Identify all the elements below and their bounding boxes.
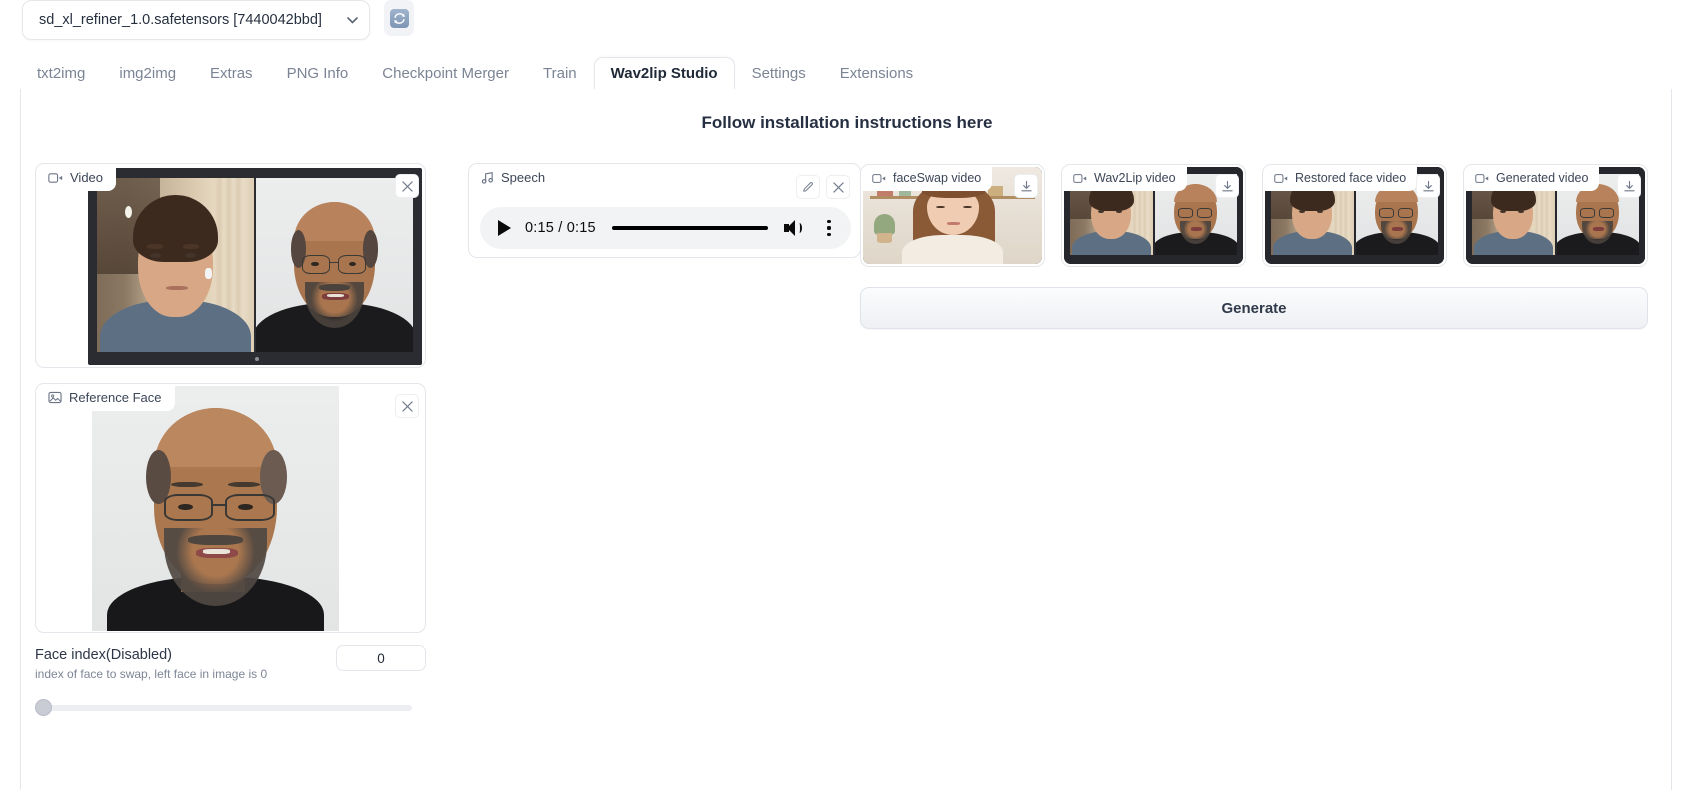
download-icon [1020, 180, 1032, 191]
video-camera-icon [48, 172, 63, 183]
model-checkpoint-value: sd_xl_refiner_1.0.safetensors [7440042bb… [39, 12, 322, 28]
video-input-component[interactable]: Video [35, 163, 426, 368]
download-icon [1422, 180, 1434, 191]
speech-badge-label: Speech [501, 170, 546, 185]
video-badge-label: Video [70, 170, 104, 185]
wav2lip-video-badge: Wav2Lip video [1063, 166, 1187, 191]
pencil-icon [803, 182, 813, 192]
speech-audio-component[interactable]: Speech 0:15 / 0:15 [468, 163, 861, 258]
reference-face-clear-button[interactable] [395, 394, 419, 418]
wav2lip-video-label: Wav2Lip video [1094, 171, 1176, 185]
video-camera-icon [1475, 173, 1489, 183]
video-participant-right [256, 178, 413, 352]
reference-face-preview[interactable] [92, 386, 339, 631]
result-restored-face-video[interactable]: Restored face video [1262, 164, 1447, 267]
play-icon[interactable] [498, 220, 511, 236]
more-vertical-icon[interactable] [820, 220, 838, 236]
download-faceswap-video-button[interactable] [1014, 174, 1038, 198]
tab-extras[interactable]: Extras [193, 57, 270, 91]
result-wav2lip-video[interactable]: Wav2Lip video [1061, 164, 1246, 267]
download-generated-video-button[interactable] [1617, 174, 1641, 198]
wav2lip-studio-panel: Follow installation instructions here Vi… [20, 89, 1672, 790]
audio-player[interactable]: 0:15 / 0:15 [480, 207, 851, 249]
face-index-slider-track[interactable] [35, 705, 412, 711]
video-preview[interactable] [88, 168, 422, 365]
main-tab-bar: txt2img img2img Extras PNG Info Checkpoi… [20, 53, 1672, 91]
tab-checkpoint-merger[interactable]: Checkpoint Merger [365, 57, 526, 91]
chevron-down-icon[interactable] [335, 16, 369, 24]
video-frame [88, 168, 422, 365]
download-icon [1221, 180, 1233, 191]
speech-edit-button[interactable] [796, 175, 820, 199]
tab-img2img[interactable]: img2img [102, 57, 193, 91]
video-participant-left [97, 178, 254, 352]
installation-instructions-link[interactable]: Follow installation instructions here [21, 113, 1673, 133]
face-index-value-input[interactable]: 0 [336, 645, 426, 671]
tab-settings[interactable]: Settings [735, 57, 823, 91]
refresh-icon [389, 8, 409, 28]
top-bar: sd_xl_refiner_1.0.safetensors [7440042bb… [0, 0, 1692, 44]
tab-txt2img[interactable]: txt2img [20, 57, 102, 91]
restored-face-video-label: Restored face video [1295, 171, 1407, 185]
video-clear-button[interactable] [395, 174, 419, 198]
model-checkpoint-select[interactable]: sd_xl_refiner_1.0.safetensors [7440042bb… [22, 0, 370, 40]
tab-png-info[interactable]: PNG Info [270, 57, 366, 91]
video-badge: Video [37, 165, 117, 191]
faceswap-video-badge: faceSwap video [862, 166, 993, 191]
video-camera-icon [1274, 173, 1288, 183]
generate-button[interactable]: Generate [860, 287, 1648, 329]
download-icon [1623, 180, 1635, 191]
image-icon [48, 391, 62, 404]
download-wav2lip-video-button[interactable] [1215, 174, 1239, 198]
restored-face-video-badge: Restored face video [1264, 166, 1418, 191]
tab-wav2lip-studio[interactable]: Wav2lip Studio [593, 57, 735, 91]
faceswap-video-label: faceSwap video [893, 171, 982, 185]
audio-time-display: 0:15 / 0:15 [525, 220, 596, 236]
download-restored-face-video-button[interactable] [1416, 174, 1440, 198]
reference-face-badge-label: Reference Face [69, 390, 162, 405]
result-generated-video[interactable]: Generated video [1463, 164, 1648, 267]
face-index-control: Face index(Disabled) index of face to sw… [35, 645, 426, 681]
video-camera-icon [1073, 173, 1087, 183]
reference-face-badge: Reference Face [37, 385, 175, 411]
tab-train[interactable]: Train [526, 57, 594, 91]
generated-video-badge: Generated video [1465, 166, 1600, 191]
speech-clear-button[interactable] [826, 175, 850, 199]
face-index-slider-handle[interactable] [35, 699, 52, 716]
generated-video-label: Generated video [1496, 171, 1589, 185]
reference-face-component[interactable]: Reference Face [35, 383, 426, 633]
audio-progress-slider[interactable] [611, 226, 768, 230]
music-note-icon [481, 172, 493, 184]
video-camera-icon [872, 173, 886, 183]
result-faceswap-video[interactable]: faceSwap video [860, 164, 1045, 267]
close-icon [401, 180, 413, 192]
tab-extensions[interactable]: Extensions [823, 57, 930, 91]
close-icon [401, 400, 413, 412]
refresh-model-button[interactable] [384, 0, 414, 36]
speech-badge: Speech [470, 165, 559, 191]
close-icon [832, 181, 844, 193]
volume-on-icon[interactable] [784, 218, 806, 238]
